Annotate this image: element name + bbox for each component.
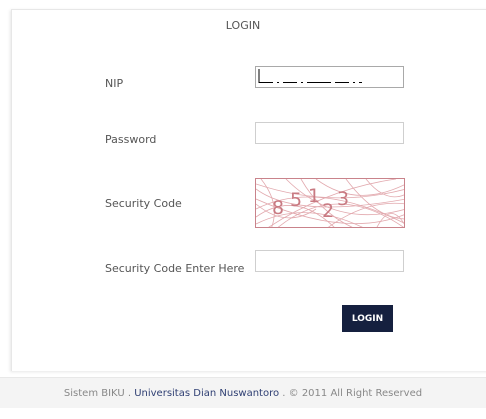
university-link[interactable]: Universitas Dian Nuswantoro: [134, 388, 279, 399]
footer-separator: .: [279, 388, 289, 399]
page-title: LOGIN: [225, 19, 261, 32]
login-button[interactable]: LOGIN: [342, 305, 393, 332]
footer-copyright: © 2011 All Right Reserved: [288, 388, 423, 399]
password-label: Password: [105, 133, 157, 146]
footer-separator: .: [124, 388, 135, 399]
security-code-input[interactable]: [255, 250, 404, 272]
password-input[interactable]: [255, 122, 404, 144]
footer: Sistem BIKU . Universitas Dian Nuswantor…: [0, 377, 486, 408]
captcha-digit-1: 8: [272, 197, 284, 219]
captcha-digit-2: 5: [290, 189, 302, 211]
security-code-label: Security Code: [105, 197, 182, 210]
nip-label: NIP: [105, 77, 124, 90]
captcha-image: 8 5 1 2 3: [255, 178, 405, 228]
security-code-enter-label: Security Code Enter Here: [105, 262, 245, 275]
captcha-noise: 8 5 1 2 3: [256, 179, 404, 227]
captcha-digit-3: 1: [308, 185, 320, 207]
login-panel: [11, 9, 486, 371]
captcha-digit-4: 2: [322, 200, 334, 222]
captcha-digit-5: 3: [337, 188, 349, 210]
footer-system-name: Sistem BIKU: [63, 388, 125, 399]
footer-text: Sistem BIKU . Universitas Dian Nuswantor…: [0, 388, 486, 399]
nip-input[interactable]: [255, 66, 404, 88]
